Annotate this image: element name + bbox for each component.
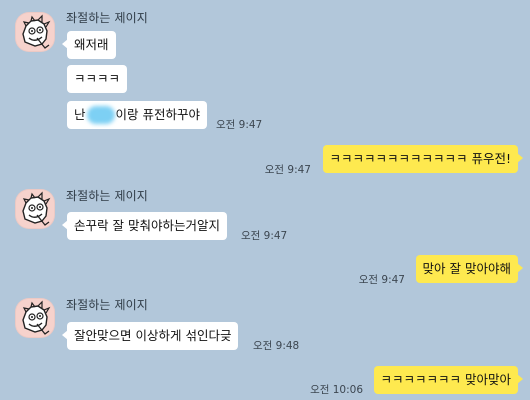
redaction-blur — [86, 105, 115, 124]
message-timestamp: 오전 9:47 — [264, 164, 311, 176]
incoming-message-bubble[interactable]: 손꾸락 잘 맞춰야하는거알지 — [62, 212, 227, 240]
outgoing-message-bubble[interactable]: ㅋㅋㅋㅋㅋㅋㅋ 맞아맞아 — [373, 366, 524, 394]
message-text: 왜저래 — [74, 37, 109, 52]
message-text: ㅋㅋㅋㅋㅋㅋㅋ 맞아맞아 — [380, 372, 511, 387]
message-text: 맞아 잘 맞아야해 — [422, 261, 511, 276]
message-text-before-redaction: 난 — [74, 107, 86, 122]
message-text: 손꾸락 잘 맞춰야하는거알지 — [74, 218, 220, 233]
outgoing-message-bubble[interactable]: ㅋㅋㅋㅋㅋㅋㅋㅋㅋㅋㅋㅋ 퓨우전! — [322, 145, 523, 173]
message-timestamp: 오전 9:48 — [253, 340, 300, 352]
outgoing-message-bubble[interactable]: 맞아 잘 맞아야해 — [415, 255, 524, 283]
message-timestamp: 오전 10:06 — [310, 384, 363, 396]
message-text-after-redaction: 이랑 퓨전하꾸야 — [115, 107, 200, 122]
cartoon-character-avatar-icon — [22, 14, 51, 49]
incoming-message-bubble[interactable]: ㅋㅋㅋㅋ — [67, 65, 128, 93]
sender-name: 좌절하는 제이지 — [66, 189, 148, 203]
sender-avatar[interactable] — [15, 298, 55, 338]
sender-avatar[interactable] — [15, 12, 55, 52]
sender-name: 좌절하는 제이지 — [66, 298, 148, 312]
sender-name: 좌절하는 제이지 — [66, 11, 148, 25]
message-text: ㅋㅋㅋㅋㅋㅋㅋㅋㅋㅋㅋㅋ 퓨우전! — [329, 151, 512, 166]
incoming-message-bubble[interactable]: 난 이랑 퓨전하꾸야 — [67, 101, 207, 129]
incoming-message-bubble[interactable]: 잘안맞으면 이상하게 섞인다긎 — [61, 322, 239, 350]
message-text: 잘안맞으면 이상하게 섞인다긎 — [74, 328, 232, 343]
message-text: ㅋㅋㅋㅋ — [74, 71, 121, 86]
cartoon-character-avatar-icon — [22, 191, 51, 226]
message-timestamp: 오전 9:47 — [358, 274, 405, 286]
cartoon-character-avatar-icon — [22, 300, 51, 335]
message-timestamp: 오전 9:47 — [241, 230, 288, 242]
sender-avatar[interactable] — [15, 189, 55, 229]
incoming-message-bubble[interactable]: 왜저래 — [62, 31, 116, 59]
message-timestamp: 오전 9:47 — [216, 119, 263, 131]
